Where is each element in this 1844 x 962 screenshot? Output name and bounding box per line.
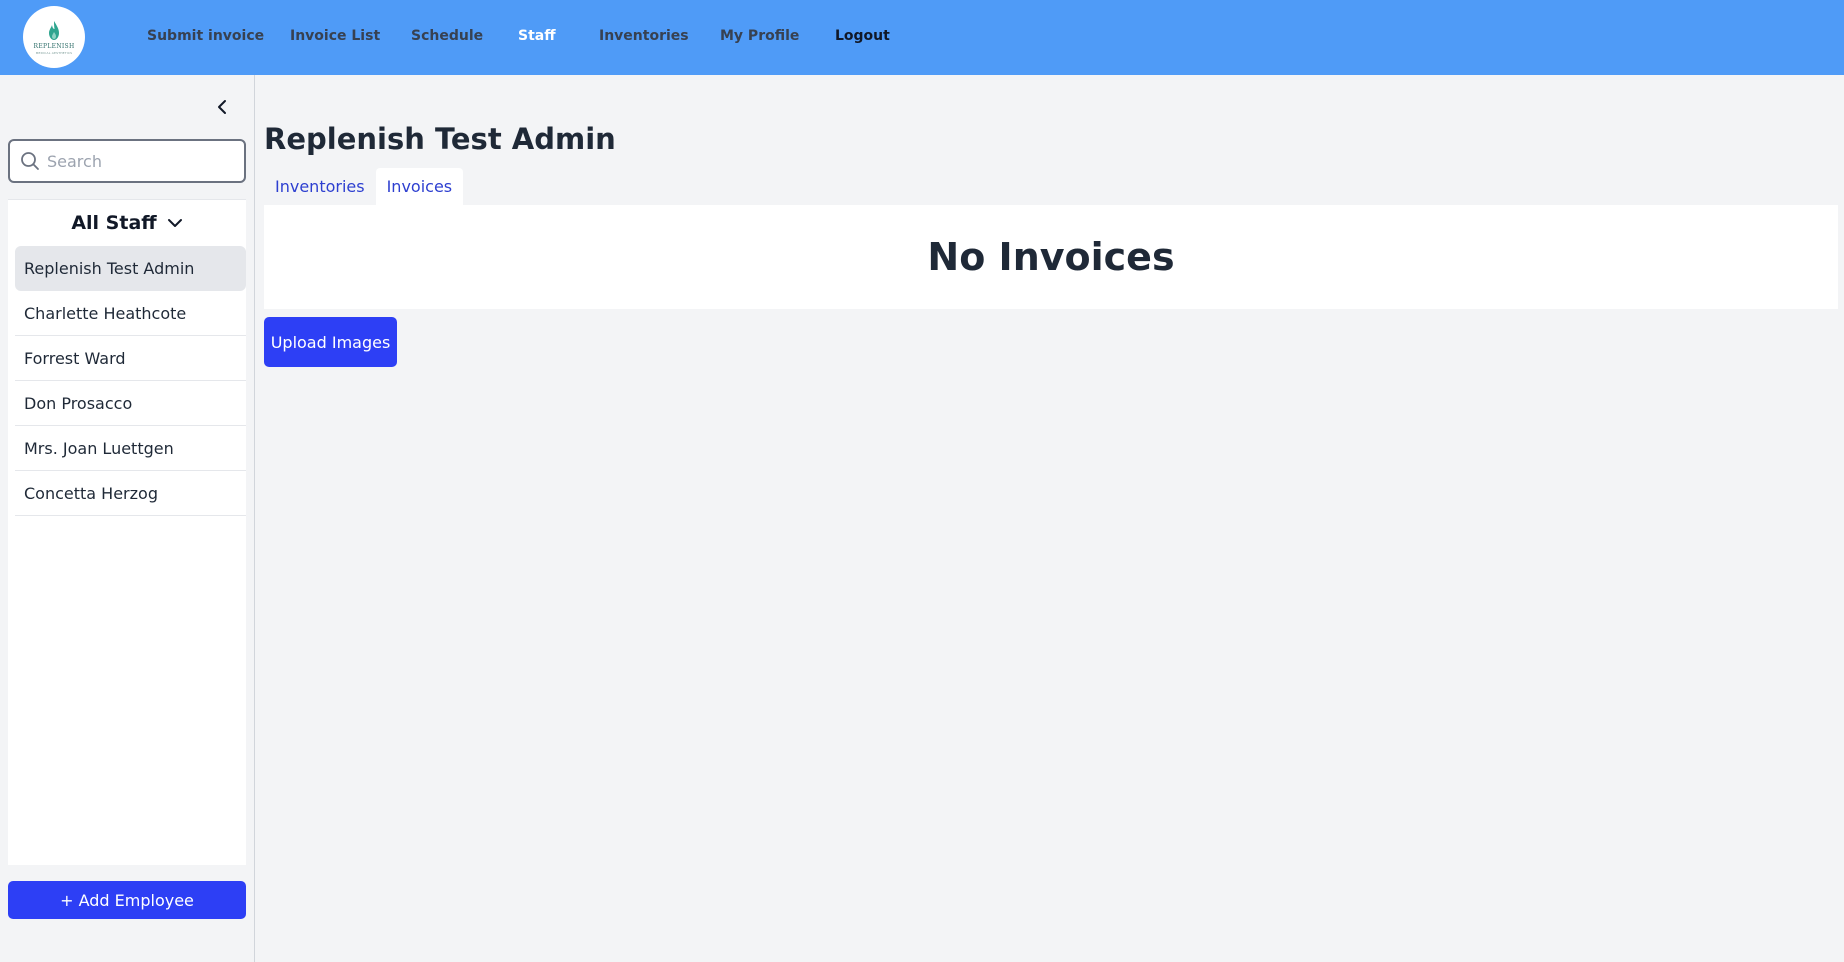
chevron-left-icon <box>218 100 226 114</box>
invoices-empty-state: No Invoices <box>264 205 1838 309</box>
nav-submit-invoice[interactable]: Submit invoice <box>147 28 264 44</box>
staff-panel: All Staff Replenish Test Admin Charlette… <box>8 199 246 865</box>
logo-subtext: MEDICAL AESTHETICS <box>35 50 73 55</box>
empty-message: No Invoices <box>927 235 1175 279</box>
nav-invoice-list[interactable]: Invoice List <box>290 28 380 44</box>
collapse-sidebar-button[interactable] <box>212 97 232 117</box>
app-logo[interactable]: REPLENISH MEDICAL AESTHETICS <box>23 6 85 68</box>
nav-staff[interactable]: Staff <box>518 28 556 44</box>
nav-schedule[interactable]: Schedule <box>411 28 483 44</box>
staff-list: Replenish Test Admin Charlette Heathcote… <box>15 246 246 516</box>
staff-search <box>8 139 246 183</box>
staff-filter-dropdown[interactable]: All Staff <box>8 208 246 238</box>
search-icon <box>19 150 41 172</box>
main-content: Replenish Test Admin Inventories Invoice… <box>256 75 1844 962</box>
add-employee-button[interactable]: + Add Employee <box>8 881 246 919</box>
top-navbar: REPLENISH MEDICAL AESTHETICS Submit invo… <box>0 0 1844 75</box>
staff-list-item[interactable]: Charlette Heathcote <box>15 291 246 336</box>
nav-logout[interactable]: Logout <box>835 28 890 44</box>
staff-filter-label: All Staff <box>71 212 157 234</box>
tab-inventories[interactable]: Inventories <box>264 168 376 205</box>
upload-images-button[interactable]: Upload Images <box>264 317 397 367</box>
flame-logo-icon <box>49 20 59 40</box>
staff-list-item[interactable]: Forrest Ward <box>15 336 246 381</box>
logo-text: REPLENISH <box>33 42 75 50</box>
nav-inventories[interactable]: Inventories <box>599 28 689 44</box>
staff-sidebar: All Staff Replenish Test Admin Charlette… <box>0 75 255 962</box>
staff-list-item[interactable]: Replenish Test Admin <box>15 246 246 291</box>
staff-list-item[interactable]: Mrs. Joan Luettgen <box>15 426 246 471</box>
chevron-down-icon <box>167 218 183 228</box>
nav-my-profile[interactable]: My Profile <box>720 28 799 44</box>
staff-list-item[interactable]: Don Prosacco <box>15 381 246 426</box>
page-title: Replenish Test Admin <box>264 122 616 156</box>
content-tabs: Inventories Invoices <box>264 168 464 205</box>
staff-list-item[interactable]: Concetta Herzog <box>15 471 246 516</box>
search-input[interactable] <box>47 151 237 171</box>
tab-invoices[interactable]: Invoices <box>375 168 464 205</box>
